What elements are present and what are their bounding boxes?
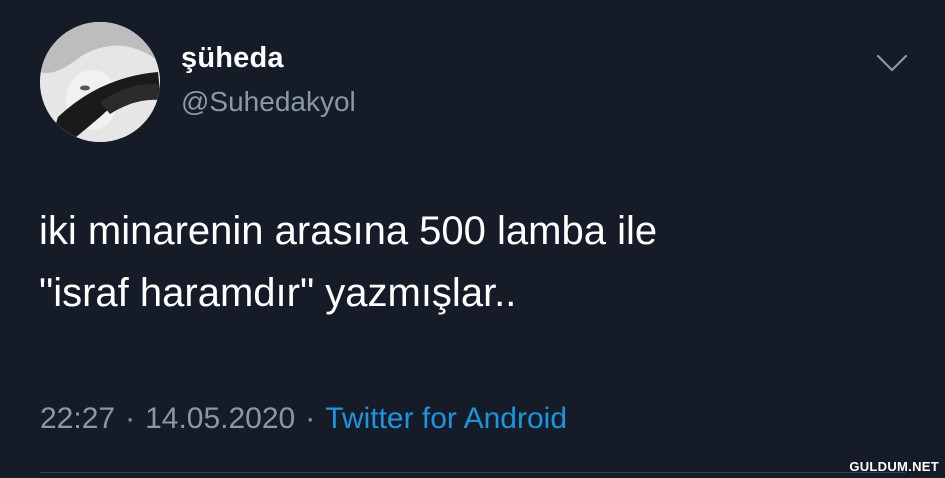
- tweet-text-line: "israf haramdır" yazmışlar..: [39, 271, 517, 315]
- avatar-image: [40, 22, 160, 142]
- tweet-card: şüheda @Suhedakyol iki minarenin arasına…: [0, 0, 945, 478]
- chevron-down-icon[interactable]: [874, 48, 910, 76]
- avatar[interactable]: [40, 22, 160, 142]
- display-name[interactable]: şüheda: [181, 42, 284, 75]
- tweet-meta: 22:27 · 14.05.2020 · Twitter for Android: [40, 402, 567, 436]
- tweet-text: iki minarenin arasına 500 lamba ile "isr…: [39, 200, 899, 324]
- tweet-time[interactable]: 22:27: [40, 402, 115, 435]
- meta-separator: ·: [125, 402, 136, 435]
- meta-separator: ·: [305, 402, 316, 435]
- tweet-date[interactable]: 14.05.2020: [145, 402, 295, 435]
- watermark: GULDUM.NET: [849, 459, 939, 474]
- tweet-source-link[interactable]: Twitter for Android: [325, 402, 567, 435]
- divider: [40, 472, 905, 473]
- user-handle[interactable]: @Suhedakyol: [181, 86, 356, 118]
- tweet-text-line: iki minarenin arasına 500 lamba ile: [39, 209, 658, 253]
